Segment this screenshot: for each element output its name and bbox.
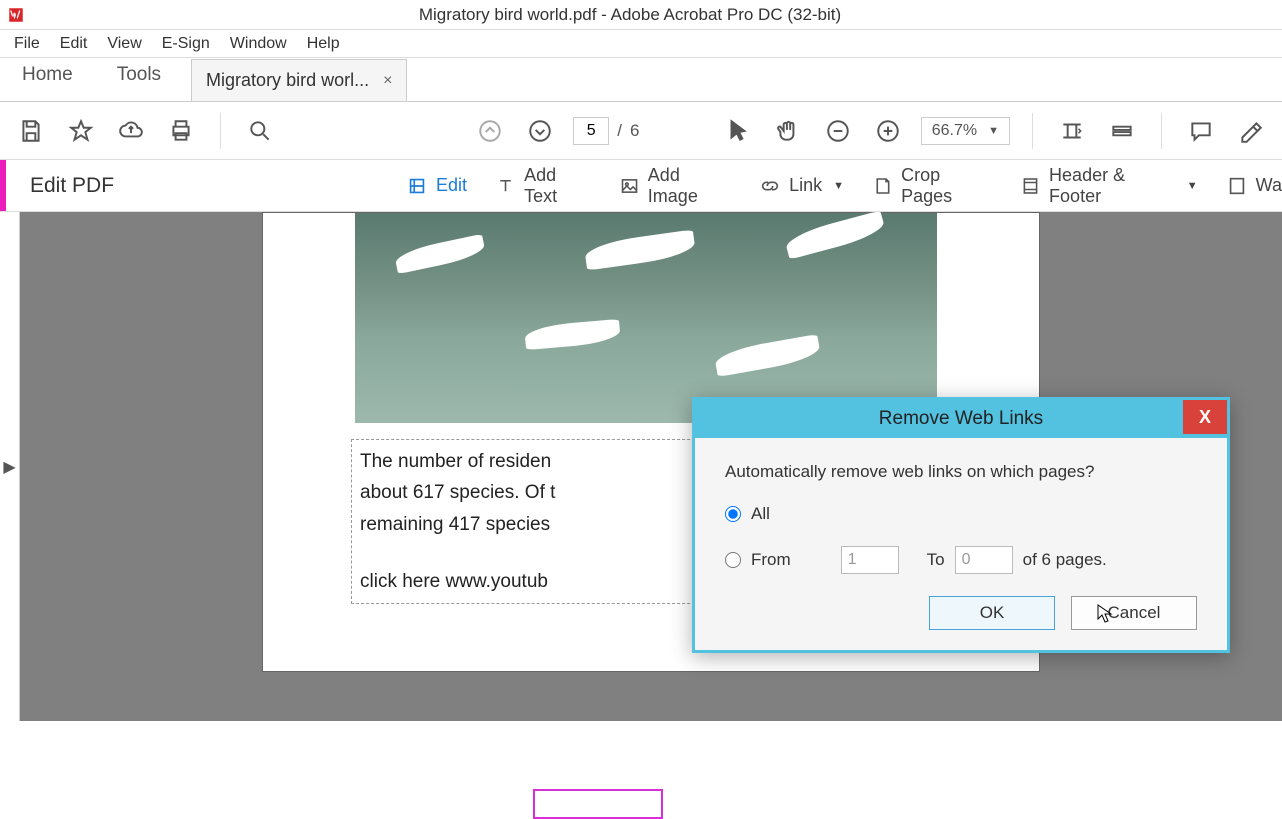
dialog-question: Automatically remove web links on which … bbox=[725, 462, 1197, 482]
hand-tool-icon[interactable] bbox=[771, 114, 805, 148]
edit-button[interactable]: Edit bbox=[406, 175, 467, 197]
header-footer-label: Header & Footer bbox=[1049, 165, 1176, 207]
fit-width-icon[interactable] bbox=[1055, 114, 1089, 148]
add-text-button[interactable]: Add Text bbox=[495, 165, 591, 207]
close-button[interactable]: X bbox=[1183, 400, 1227, 434]
to-page-input[interactable] bbox=[955, 546, 1013, 574]
radio-from-label: From bbox=[751, 550, 791, 570]
fit-page-icon[interactable] bbox=[1105, 114, 1139, 148]
add-image-label: Add Image bbox=[648, 165, 731, 207]
zoom-value: 66.7% bbox=[932, 122, 977, 140]
zoom-dropdown[interactable]: 66.7% ▼ bbox=[921, 117, 1010, 145]
cancel-button[interactable]: Cancel bbox=[1071, 596, 1197, 630]
add-image-button[interactable]: Add Image bbox=[619, 165, 731, 207]
search-icon[interactable] bbox=[243, 114, 277, 148]
crop-pages-label: Crop Pages bbox=[901, 165, 992, 207]
menu-window[interactable]: Window bbox=[220, 31, 297, 57]
chevron-down-icon: ▼ bbox=[1187, 180, 1198, 192]
link-dropdown[interactable]: Link ▼ bbox=[759, 175, 844, 197]
link-text[interactable]: www.youtub bbox=[446, 571, 548, 592]
tabbar: Home Tools Migratory bird worl... × bbox=[0, 58, 1282, 102]
zoom-in-icon[interactable] bbox=[871, 114, 905, 148]
titlebar: Migratory bird world.pdf - Adobe Acrobat… bbox=[0, 0, 1282, 30]
left-rail: ▶ bbox=[0, 212, 20, 721]
zoom-out-icon[interactable] bbox=[821, 114, 855, 148]
page-number-input[interactable] bbox=[573, 117, 609, 145]
page-up-icon[interactable] bbox=[473, 114, 507, 148]
text-segment: click here bbox=[360, 571, 446, 592]
to-label: To bbox=[927, 550, 945, 570]
tab-tools[interactable]: Tools bbox=[95, 52, 183, 101]
dialog-title: Remove Web Links bbox=[879, 408, 1043, 430]
print-icon[interactable] bbox=[164, 114, 198, 148]
page-indicator: / 6 bbox=[573, 117, 639, 145]
expand-pane-icon[interactable]: ▶ bbox=[3, 457, 15, 477]
link-annotation-box bbox=[533, 789, 663, 819]
edit-pdf-label: Edit PDF bbox=[0, 160, 196, 211]
comment-icon[interactable] bbox=[1184, 114, 1218, 148]
chevron-down-icon: ▼ bbox=[988, 125, 999, 137]
cloud-upload-icon[interactable] bbox=[114, 114, 148, 148]
tab-home[interactable]: Home bbox=[0, 52, 95, 101]
main-toolbar: / 6 66.7% ▼ bbox=[0, 102, 1282, 160]
highlight-icon[interactable] bbox=[1234, 114, 1268, 148]
ok-button[interactable]: OK bbox=[929, 596, 1055, 630]
selection-arrow-icon[interactable] bbox=[721, 114, 755, 148]
tab-document-label: Migratory bird worl... bbox=[206, 70, 369, 91]
page-total: 6 bbox=[630, 121, 639, 141]
tab-document[interactable]: Migratory bird worl... × bbox=[191, 59, 407, 101]
save-icon[interactable] bbox=[14, 114, 48, 148]
radio-from[interactable] bbox=[725, 552, 741, 568]
window-title: Migratory bird world.pdf - Adobe Acrobat… bbox=[28, 5, 1282, 25]
link-label: Link bbox=[789, 175, 822, 196]
page-sep: / bbox=[617, 121, 622, 141]
chevron-down-icon: ▼ bbox=[833, 180, 844, 192]
separator bbox=[220, 113, 221, 149]
menu-help[interactable]: Help bbox=[297, 31, 350, 57]
add-text-label: Add Text bbox=[524, 165, 591, 207]
crop-pages-button[interactable]: Crop Pages bbox=[872, 165, 992, 207]
dialog-titlebar: Remove Web Links X bbox=[695, 400, 1227, 438]
radio-all[interactable] bbox=[725, 506, 741, 522]
edit-label: Edit bbox=[436, 175, 467, 196]
header-footer-dropdown[interactable]: Header & Footer ▼ bbox=[1020, 165, 1198, 207]
of-pages-label: of 6 pages. bbox=[1023, 550, 1107, 570]
tab-close-icon[interactable]: × bbox=[383, 72, 392, 90]
watermark-button[interactable]: Wa bbox=[1226, 175, 1282, 197]
separator bbox=[1032, 113, 1033, 149]
menubar: File Edit View E-Sign Window Help bbox=[0, 30, 1282, 58]
watermark-label: Wa bbox=[1256, 175, 1282, 196]
app-icon bbox=[4, 3, 28, 27]
from-page-input[interactable] bbox=[841, 546, 899, 574]
image-birds[interactable] bbox=[355, 213, 937, 423]
remove-web-links-dialog: Remove Web Links X Automatically remove … bbox=[692, 397, 1230, 653]
page-down-icon[interactable] bbox=[523, 114, 557, 148]
radio-all-label: All bbox=[751, 504, 770, 524]
edit-pdf-toolbar: Edit PDF Edit Add Text Add Image Link ▼ … bbox=[0, 160, 1282, 212]
star-icon[interactable] bbox=[64, 114, 98, 148]
separator bbox=[1161, 113, 1162, 149]
